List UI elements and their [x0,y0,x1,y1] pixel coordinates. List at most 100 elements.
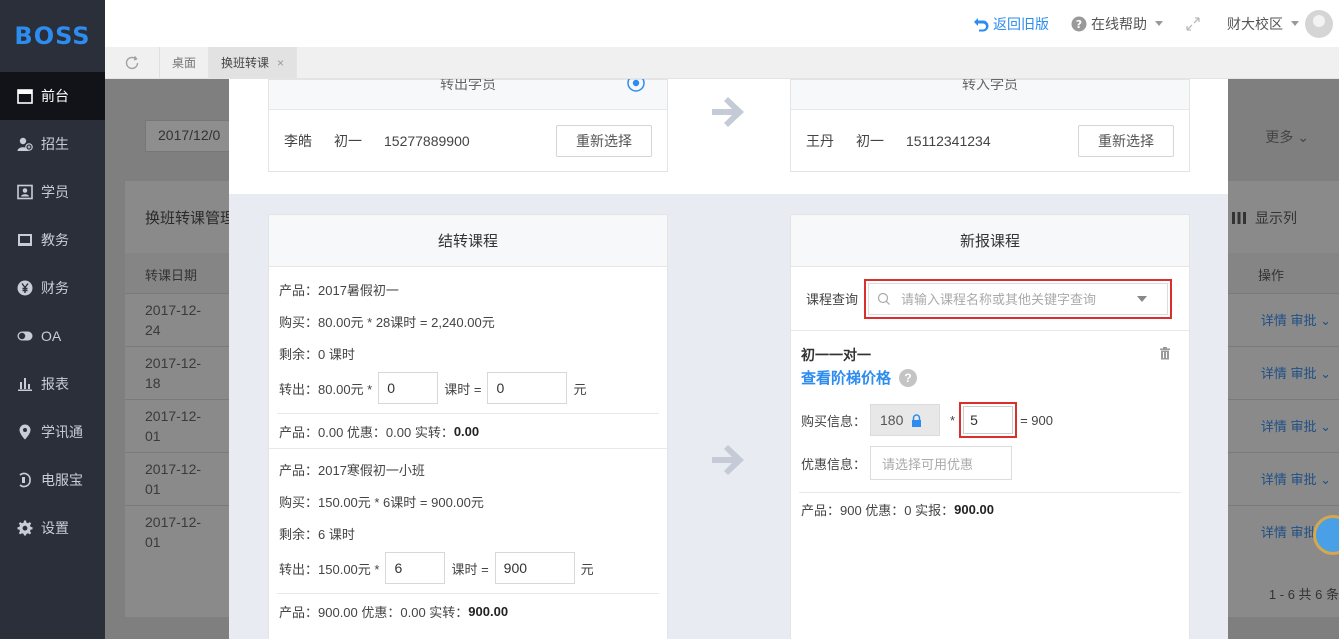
bar-chart-icon [16,375,34,393]
sidebar-item-label: 电服宝 [41,472,83,488]
sidebar-item-8[interactable]: 电服宝 [0,456,105,504]
unit-price: 80.00元 * [318,381,373,397]
tier-price-link[interactable]: 查看阶梯价格 [801,367,891,388]
arrow-right-icon [712,97,744,127]
reselect-in-student-button[interactable]: 重新选择 [1078,125,1174,157]
transfer-out-line: 转出： 80.00元 * 0 课时 = 0 元 [269,369,667,407]
sidebar-item-7[interactable]: 学讯通 [0,408,105,456]
card-header-label: 转入学员 [962,79,1018,92]
currency-unit: 元 [573,381,587,397]
transfer-hours-input[interactable]: 6 [385,552,446,584]
product-line: 产品： 2017暑假初一 [269,273,667,305]
purchase-detail: 80.00元 * 28课时 = 2,240.00元 [318,314,495,330]
tab-label: 换班转课 [221,56,270,70]
label: 产品： [279,462,319,478]
unit-price-field: 180 [870,404,941,436]
sidebar-item-6[interactable]: 报表 [0,360,105,408]
back-to-old-version-link[interactable]: 返回旧版 [973,14,1049,34]
sidebar-item-9[interactable]: 设置 [0,504,105,552]
sidebar-item-3[interactable]: 教务 [0,216,105,264]
new-course-card: 新报课程 课程查询 请输入课程名称或其他关键字查询 初一一对一 查看阶梯价格 ?… [790,214,1190,639]
detail-link: 详情 [1260,419,1287,434]
student-section: 转出学员 李皓 初一 15277889900 重新选择 转入学员 王丹 初一 1… [229,79,1228,194]
book-icon [16,231,34,249]
sidebar-item-label: 财务 [41,280,69,296]
label: 剩余： [279,526,319,542]
refresh-button[interactable] [105,47,160,78]
sidebar: BOSS 前台招生学员教务财务 OA 报表 学讯通电服宝设置 [0,0,105,639]
settle-course-item: 产品： 2017暑假初一 购买： 80.00元 * 28课时 = 2,240.00元剩… [269,267,667,448]
remaining-line: 剩余： 0 课时 [269,337,667,369]
gear-icon [16,519,34,537]
purchase-detail: 150.00元 * 6课时 = 900.00元 [318,494,484,510]
discount-info-row: 优惠信息： 请选择可用优惠 [791,446,1189,480]
question-icon[interactable]: ? [899,368,918,387]
row-actions: 详情 审批 ⌄ [1260,419,1331,434]
sidebar-item-label: 教务 [41,232,69,248]
discount-select[interactable]: 请选择可用优惠 [870,446,1013,480]
show-columns-label: 显示列 [1255,210,1297,226]
top-header: 返回旧版 ? 在线帮助 财大校区 [105,0,1339,47]
close-icon[interactable]: × [277,56,284,70]
trash-icon[interactable] [1159,347,1171,360]
location-icon [16,423,34,441]
refresh-icon [125,55,139,69]
purchase-info-label: 购买信息： [801,413,867,429]
tab-desktop[interactable]: 桌面 [160,47,210,78]
back-label: 返回旧版 [993,15,1049,32]
transfer-in-student-info: 王丹 初一 15112341234 重新选择 [791,110,1189,172]
calendar-icon [16,87,34,105]
settle-courses-card: 结转课程 产品： 2017暑假初一 购买： 80.00元 * 28课时 = 2,240… [268,214,668,639]
detail-link: 详情 [1260,313,1287,328]
sidebar-item-label: 招生 [41,136,69,152]
transfer-amount-input[interactable]: 0 [487,372,568,404]
detail-link: 详情 [1260,525,1287,540]
chevron-down-icon [1291,21,1299,26]
online-help-menu[interactable]: ? 在线帮助 [1071,14,1163,34]
sidebar-item-1[interactable]: 招生 [0,120,105,168]
headset-icon [16,471,34,489]
student-phone: 15277889900 [384,133,470,149]
multiply-sign: * [950,412,956,428]
tabs-bar: 桌面 换班转课 × [105,47,1339,79]
reselect-out-student-button[interactable]: 重新选择 [556,125,652,157]
column-header-actions: 操作 [1257,268,1284,283]
purchase-line: 购买： 150.00元 * 6课时 = 900.00元 [269,485,667,517]
transfer-out-student-info: 李皓 初一 15277889900 重新选择 [269,110,667,172]
transfer-amount-input[interactable]: 900 [494,552,575,584]
sidebar-item-0[interactable]: 前台 [0,72,105,120]
expand-icon [1186,16,1200,31]
sidebar-item-4[interactable]: 财务 [0,264,105,312]
summary-label: 产品：0.00 优惠：0.00 实转： [279,424,454,440]
product-name: 2017寒假初一小班 [318,462,425,478]
class-transfer-modal: 转出学员 李皓 初一 15277889900 重新选择 转入学员 王丹 初一 1… [229,79,1228,639]
new-course-summary: 产品：900 优惠：0 实报： 900.00 [791,493,1189,525]
row-date: 2017-12-18 [145,355,202,391]
campus-selector[interactable]: 财大校区 [1227,9,1333,38]
settle-course-item: 产品： 2017寒假初一小班购买： 150.00元 * 6课时 = 900.00元剩… [269,448,667,628]
campus-label: 财大校区 [1227,15,1283,32]
user-circle-icon[interactable] [627,79,645,92]
quantity-input[interactable]: 5 [963,406,1014,434]
chevron-down-icon [1155,21,1163,26]
help-circle-icon: ? [1071,16,1087,31]
sidebar-item-5[interactable]: OA [0,312,105,360]
panel-title: 换班转课管理 [145,210,236,227]
sidebar-item-label: 设置 [41,520,69,536]
transfer-in-header: 转入学员 [791,79,1189,110]
undo-arrow-icon [974,17,989,31]
tab-class-transfer[interactable]: 换班转课 × [209,47,298,78]
fullscreen-button[interactable] [1185,16,1205,32]
search-icon [877,292,890,305]
course-query-select[interactable]: 请输入课程名称或其他关键字查询 [868,282,1169,315]
sidebar-item-label: 学员 [41,184,69,200]
course-query-label: 课程查询 [806,292,859,307]
app-logo[interactable]: BOSS [0,0,105,72]
transfer-hours-input[interactable]: 0 [378,372,439,404]
sidebar-item-2[interactable]: 学员 [0,168,105,216]
student-grade: 初一 [856,133,884,149]
new-course-title: 新报课程 [791,215,1189,267]
settle-summary: 产品：900.00 优惠：0.00 实转： 900.00 [269,594,667,628]
user-avatar[interactable] [1305,9,1333,38]
arrow-right-icon [712,445,744,475]
